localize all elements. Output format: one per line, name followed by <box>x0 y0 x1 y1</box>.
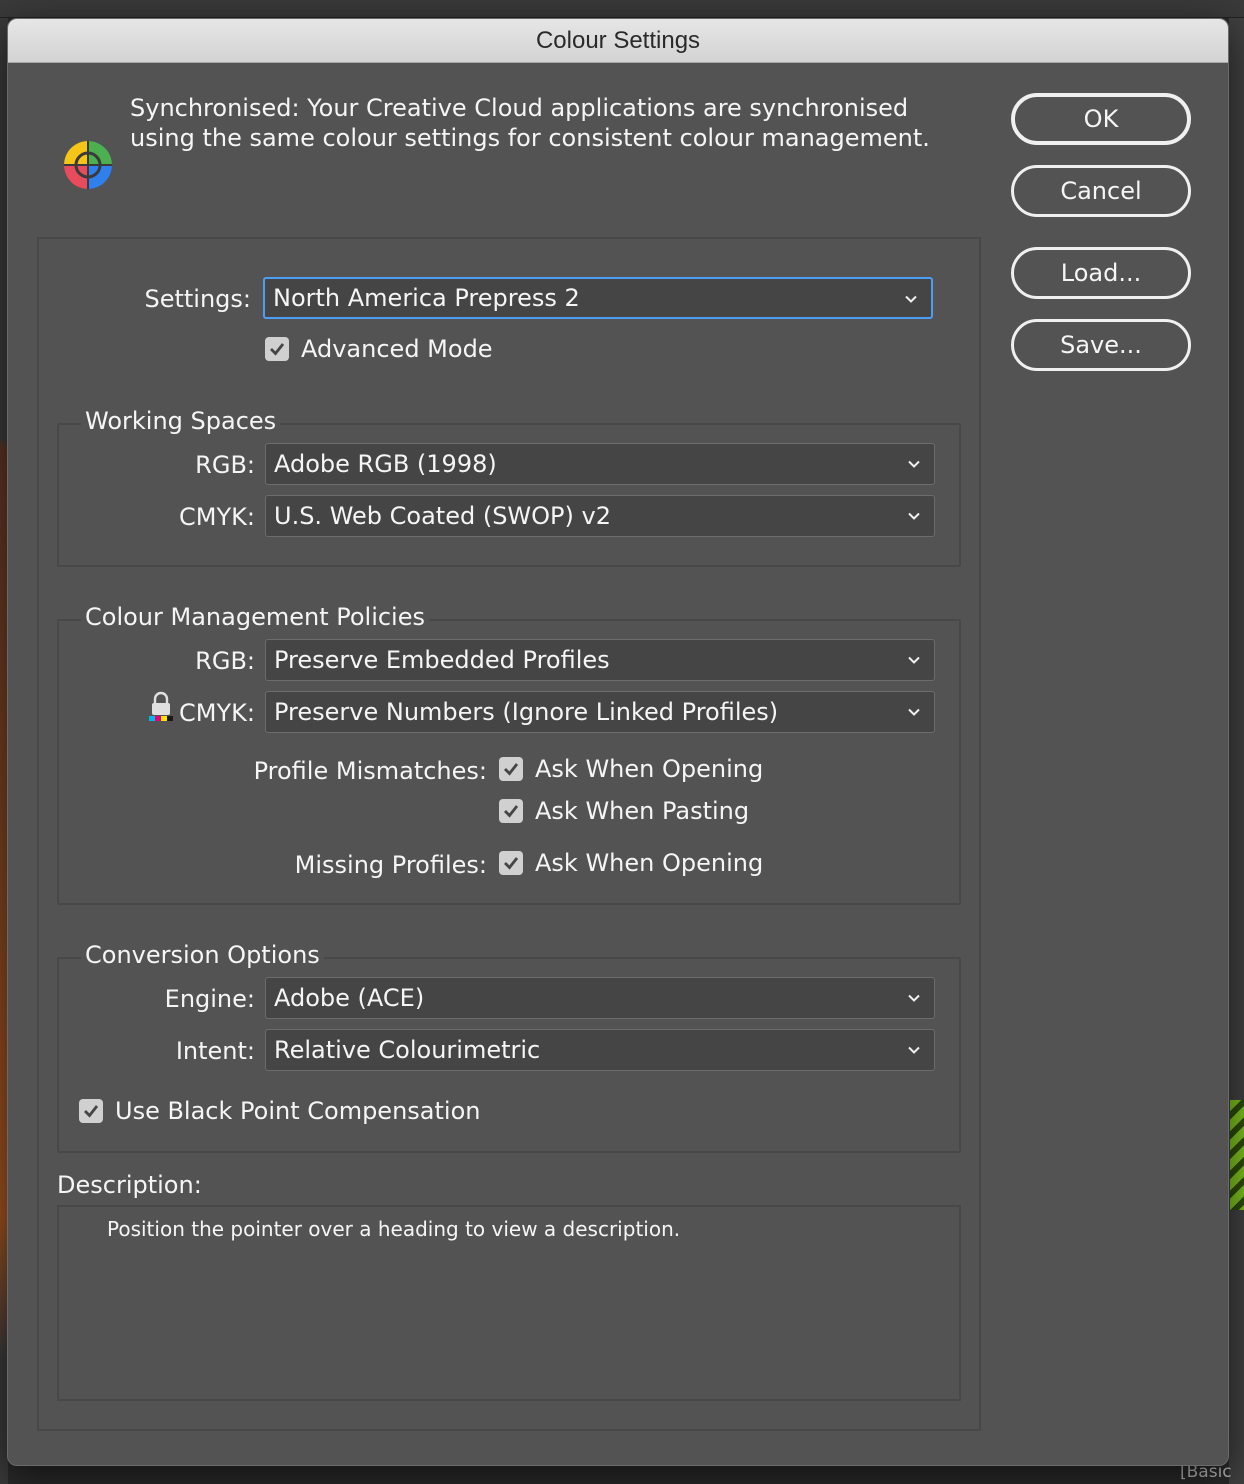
working-rgb-value: Adobe RGB (1998) <box>274 450 497 478</box>
cmyk-lock-icon <box>149 691 173 721</box>
missing-profiles-label: Missing Profiles: <box>294 851 487 879</box>
checkmark-icon <box>84 1105 99 1118</box>
black-point-compensation-label: Use Black Point Compensation <box>115 1097 481 1125</box>
colour-policies-group: Colour Management Policies RGB: Preserve… <box>57 603 961 905</box>
mismatch-ask-pasting-checkbox[interactable] <box>499 799 523 823</box>
policy-rgb-value: Preserve Embedded Profiles <box>274 646 610 674</box>
intent-label: Intent: <box>175 1037 255 1065</box>
working-cmyk-label: CMYK: <box>179 503 255 531</box>
checkmark-icon <box>504 763 519 776</box>
save-button[interactable]: Save... <box>1011 319 1191 371</box>
chevron-down-icon <box>908 708 920 716</box>
load-button[interactable]: Load... <box>1011 247 1191 299</box>
intent-dropdown[interactable]: Relative Colourimetric <box>265 1029 935 1071</box>
chevron-down-icon <box>908 1046 920 1054</box>
background-thumbnail <box>1230 1100 1244 1210</box>
colour-policies-title: Colour Management Policies <box>81 603 429 631</box>
black-point-compensation-checkbox[interactable] <box>79 1099 103 1123</box>
chevron-down-icon <box>908 656 920 664</box>
mismatch-ask-pasting-label: Ask When Pasting <box>535 797 750 825</box>
working-spaces-title: Working Spaces <box>81 407 281 435</box>
colour-settings-dialog: Colour Settings Synchronised: Your Creat… <box>7 18 1229 1466</box>
policy-cmyk-dropdown[interactable]: Preserve Numbers (Ignore Linked Profiles… <box>265 691 935 733</box>
chevron-down-icon <box>908 512 920 520</box>
description-label: Description: <box>57 1171 202 1199</box>
checkmark-icon <box>504 805 519 818</box>
engine-label: Engine: <box>164 985 255 1013</box>
conversion-options-group: Conversion Options Engine: Adobe (ACE) I… <box>57 941 961 1153</box>
advanced-mode-label: Advanced Mode <box>301 335 493 363</box>
settings-label: Settings: <box>144 285 251 313</box>
checkmark-icon <box>504 857 519 870</box>
working-rgb-label: RGB: <box>195 451 255 479</box>
checkmark-icon <box>270 343 285 356</box>
intent-value: Relative Colourimetric <box>274 1036 541 1064</box>
cancel-button[interactable]: Cancel <box>1011 165 1191 217</box>
dialog-title: Colour Settings <box>8 19 1228 63</box>
ok-button[interactable]: OK <box>1011 93 1191 145</box>
color-sync-icon <box>64 141 112 189</box>
working-rgb-dropdown[interactable]: Adobe RGB (1998) <box>265 443 935 485</box>
description-box: Position the pointer over a heading to v… <box>57 1205 961 1401</box>
chevron-down-icon <box>908 994 920 1002</box>
engine-value: Adobe (ACE) <box>274 984 425 1012</box>
missing-ask-opening-checkbox[interactable] <box>499 851 523 875</box>
settings-value: North America Prepress 2 <box>273 284 580 312</box>
policy-cmyk-label: CMYK: <box>179 699 255 727</box>
working-cmyk-value: U.S. Web Coated (SWOP) v2 <box>274 502 611 530</box>
advanced-mode-checkbox[interactable] <box>265 337 289 361</box>
conversion-options-title: Conversion Options <box>81 941 324 969</box>
settings-dropdown[interactable]: North America Prepress 2 <box>263 277 933 319</box>
chevron-down-icon <box>905 295 917 303</box>
working-spaces-group: Working Spaces RGB: Adobe RGB (1998) CMY… <box>57 407 961 567</box>
working-cmyk-dropdown[interactable]: U.S. Web Coated (SWOP) v2 <box>265 495 935 537</box>
missing-ask-opening-label: Ask When Opening <box>535 849 764 877</box>
settings-panel: Settings: North America Prepress 2 Advan… <box>37 237 981 1431</box>
sync-status-message: Synchronised: Your Creative Cloud applic… <box>130 94 930 152</box>
background-panel-strip <box>1228 18 1244 1484</box>
policy-rgb-label: RGB: <box>195 647 255 675</box>
chevron-down-icon <box>908 460 920 468</box>
engine-dropdown[interactable]: Adobe (ACE) <box>265 977 935 1019</box>
description-text: Position the pointer over a heading to v… <box>107 1217 681 1241</box>
mismatch-ask-opening-label: Ask When Opening <box>535 755 764 783</box>
mismatch-ask-opening-checkbox[interactable] <box>499 757 523 781</box>
profile-mismatches-label: Profile Mismatches: <box>253 757 487 785</box>
policy-cmyk-value: Preserve Numbers (Ignore Linked Profiles… <box>274 698 779 726</box>
background-toolbar <box>0 0 1244 18</box>
policy-rgb-dropdown[interactable]: Preserve Embedded Profiles <box>265 639 935 681</box>
